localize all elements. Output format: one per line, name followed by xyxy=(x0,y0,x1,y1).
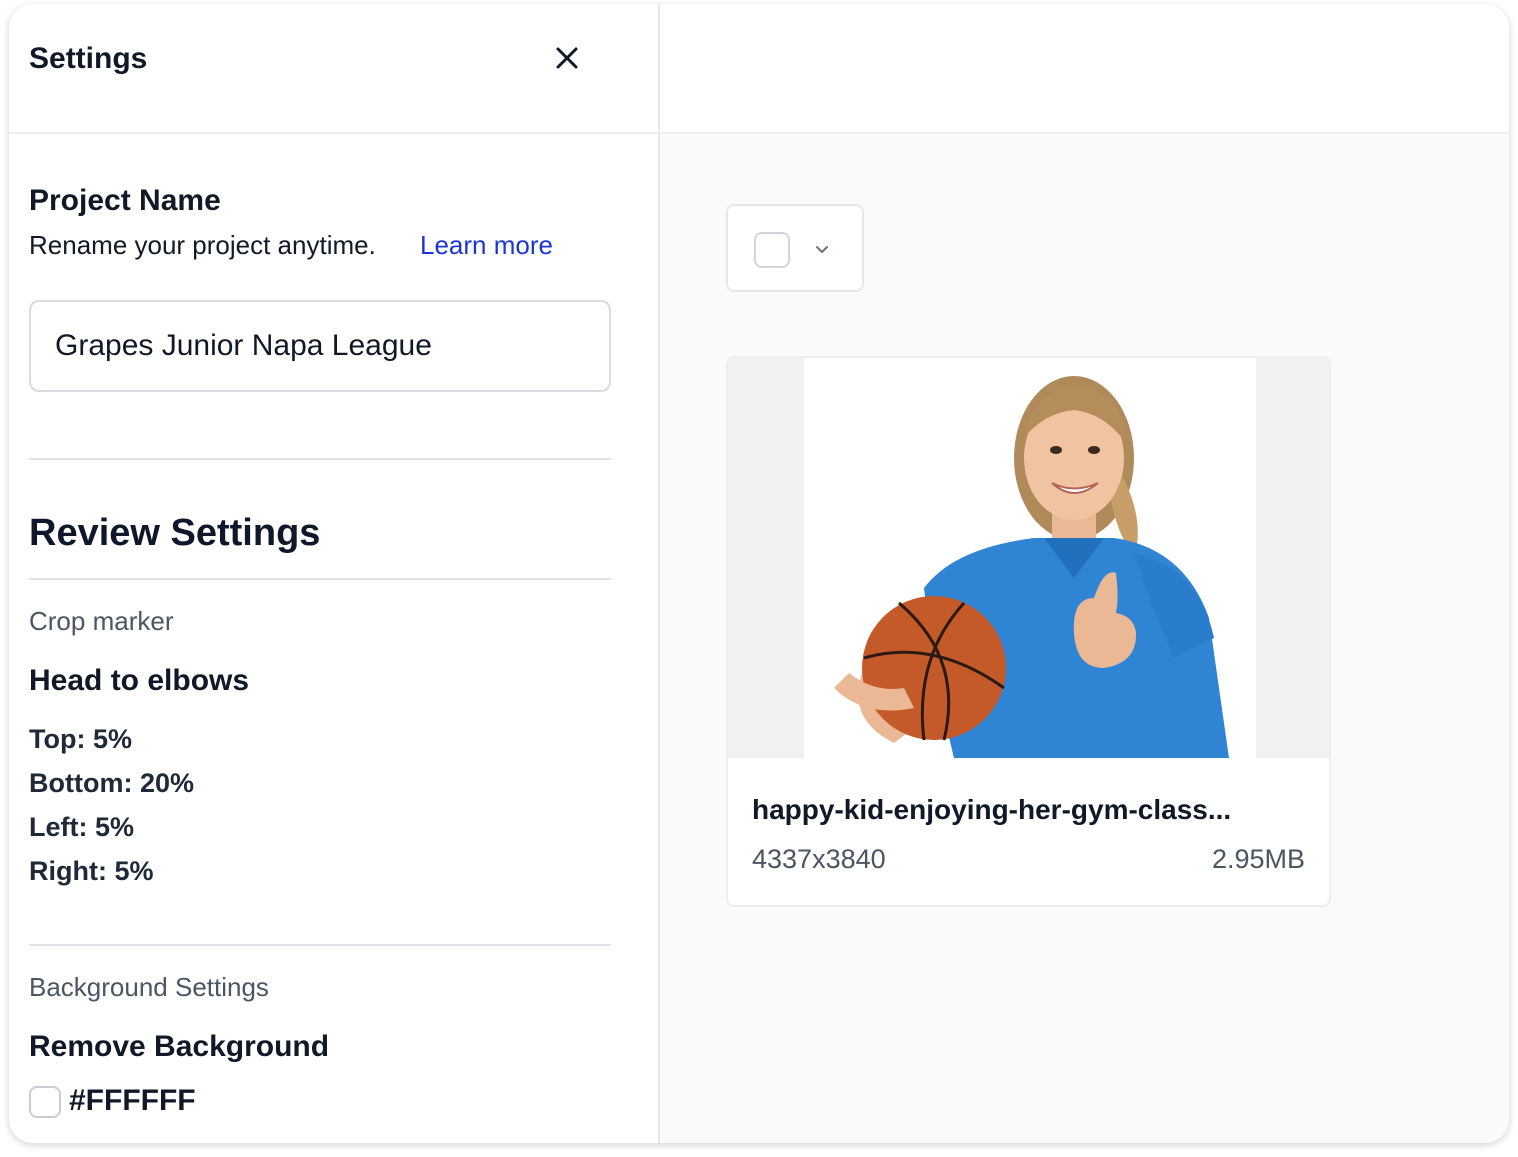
thumbnail-image xyxy=(804,358,1256,758)
divider xyxy=(29,578,611,580)
settings-title: Settings xyxy=(29,42,148,75)
file-size: 2.95MB xyxy=(1211,844,1305,874)
select-all-dropdown[interactable] xyxy=(726,204,864,292)
files-header xyxy=(660,4,1509,134)
chevron-down-icon xyxy=(816,246,828,253)
project-name-input[interactable] xyxy=(29,300,611,392)
crop-left: Left: 5% xyxy=(29,812,135,842)
crop-right: Right: 5% xyxy=(29,856,154,886)
crop-marker-caption: Crop marker xyxy=(29,606,174,636)
divider xyxy=(29,944,611,946)
settings-header: Settings xyxy=(9,4,660,134)
project-name-heading: Project Name xyxy=(29,184,221,217)
close-icon xyxy=(556,47,578,69)
files-area: happy-kid-enjoying-her-gym-class... 4337… xyxy=(660,4,1509,1143)
select-all-checkbox[interactable] xyxy=(754,232,790,268)
crop-bottom: Bottom: 20% xyxy=(29,768,195,798)
file-name: happy-kid-enjoying-her-gym-class... xyxy=(752,794,1232,825)
divider xyxy=(29,458,611,460)
background-color-value: #FFFFFF xyxy=(69,1084,196,1117)
crop-marker-title: Head to elbows xyxy=(29,664,250,697)
review-settings-heading: Review Settings xyxy=(29,512,321,554)
background-settings-caption: Background Settings xyxy=(29,972,269,1002)
remove-background-title: Remove Background xyxy=(29,1030,330,1063)
settings-window: Settings Project Name Rename your projec… xyxy=(9,4,1509,1143)
project-name-description: Rename your project anytime. xyxy=(29,230,376,260)
background-color-checkbox[interactable] xyxy=(29,1086,61,1118)
girl-with-basketball-photo xyxy=(834,376,1229,758)
settings-panel: Settings Project Name Rename your projec… xyxy=(9,4,660,1143)
learn-more-link[interactable]: Learn more xyxy=(420,230,553,261)
close-button[interactable] xyxy=(549,40,585,76)
crop-top: Top: 5% xyxy=(29,724,132,754)
file-thumbnail xyxy=(728,358,1329,758)
file-card[interactable]: happy-kid-enjoying-her-gym-class... 4337… xyxy=(726,356,1331,907)
file-dimensions: 4337x3840 xyxy=(752,844,886,874)
